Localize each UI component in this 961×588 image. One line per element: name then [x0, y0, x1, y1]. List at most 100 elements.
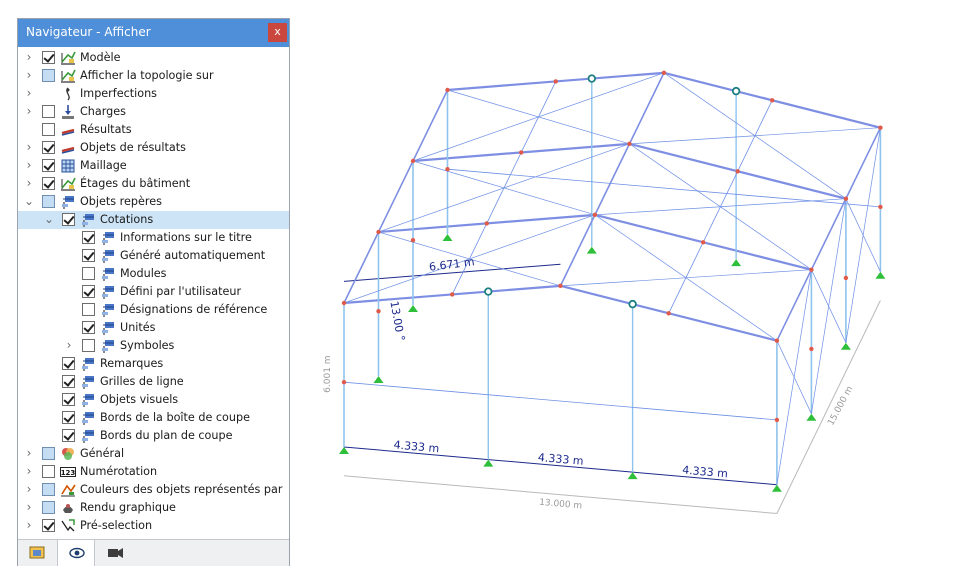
display-tab[interactable] — [57, 540, 95, 566]
tree-item[interactable]: Bords de la boîte de coupe — [18, 409, 289, 427]
node — [700, 240, 706, 245]
navigator-title-bar: Navigateur - Afficher x — [18, 19, 289, 47]
chevron-right-icon[interactable]: › — [24, 105, 34, 119]
tree-item-icon-wrap — [80, 212, 96, 228]
tree-item-checkbox[interactable] — [42, 501, 55, 514]
node — [445, 167, 450, 172]
support — [339, 447, 349, 454]
chevron-right-icon[interactable]: › — [24, 51, 34, 65]
chevron-down-icon[interactable]: ⌄ — [44, 213, 54, 227]
tree-item-checkbox[interactable] — [82, 303, 95, 316]
tree-item[interactable]: › Objets de résultats — [18, 139, 289, 157]
tree-item[interactable]: › Maillage — [18, 157, 289, 175]
tree-item-label: Symboles — [120, 339, 175, 352]
tree-item-checkbox[interactable] — [42, 465, 55, 478]
tree-item-label: Objets visuels — [100, 393, 179, 406]
dimension-icon — [102, 286, 114, 299]
data-tab[interactable] — [18, 540, 56, 566]
chevron-right-icon[interactable]: › — [64, 339, 74, 353]
chevron-right-icon[interactable]: › — [24, 177, 34, 191]
tree-item-label: Généré automatiquement — [120, 249, 266, 262]
tree-item[interactable]: Désignations de référence — [18, 301, 289, 319]
tree-item-checkbox[interactable] — [42, 123, 55, 136]
tree-item[interactable]: › Étages du bâtiment — [18, 175, 289, 193]
tree-item[interactable]: ⌄ Objets repères — [18, 193, 289, 211]
guide-objects-icon — [82, 412, 94, 425]
tree-item-checkbox[interactable] — [42, 483, 55, 496]
node — [843, 196, 849, 201]
node — [774, 417, 780, 423]
tree-item[interactable]: › Rendu graphique — [18, 499, 289, 517]
tree-item-icon-wrap — [60, 104, 76, 120]
tree-item-checkbox[interactable] — [42, 519, 55, 532]
support — [731, 259, 742, 267]
tree-item-checkbox[interactable] — [42, 447, 55, 460]
chevron-right-icon[interactable]: › — [24, 87, 34, 101]
tree-item[interactable]: › Couleurs des objets représentés par — [18, 481, 289, 499]
tree-item-checkbox[interactable] — [42, 141, 55, 154]
tree-item-checkbox[interactable] — [62, 411, 75, 424]
tree-item-checkbox[interactable] — [62, 375, 75, 388]
tree-item-label: Maillage — [80, 159, 127, 172]
tree-item-checkbox[interactable] — [42, 69, 55, 82]
preselection-icon — [61, 519, 75, 532]
tree-item-checkbox[interactable] — [42, 159, 55, 172]
tree-item[interactable]: Objets visuels — [18, 391, 289, 409]
guide-objects-icon — [82, 358, 94, 371]
chevron-right-icon[interactable]: › — [24, 159, 34, 173]
tree-item[interactable]: Bords du plan de coupe — [18, 427, 289, 445]
structure-model-view[interactable]: 4.333 m 4.333 m 4.333 m 6.671 m 13.00 ° 6.001… — [300, 30, 955, 525]
chevron-right-icon[interactable]: › — [24, 69, 34, 83]
close-button[interactable]: x — [268, 23, 287, 42]
tree-item[interactable]: › Imperfections — [18, 85, 289, 103]
chevron-right-icon[interactable]: › — [24, 447, 34, 461]
tree-item[interactable]: › Afficher la topologie sur — [18, 67, 289, 85]
tree-item-checkbox[interactable] — [42, 105, 55, 118]
tree-item-checkbox[interactable] — [62, 213, 75, 226]
chevron-right-icon[interactable]: › — [24, 465, 34, 479]
tree-item[interactable]: › Général — [18, 445, 289, 463]
tree-item[interactable]: › Symboles — [18, 337, 289, 355]
tree-item-checkbox[interactable] — [82, 249, 95, 262]
tree-item[interactable]: Remarques — [18, 355, 289, 373]
tree-item[interactable]: › Pré-selection — [18, 517, 289, 535]
tree-item-label: Couleurs des objets représentés par — [80, 483, 283, 496]
span-dimension-label: 6.671 m — [428, 255, 475, 273]
support — [627, 472, 638, 480]
tree-item[interactable]: Modules — [18, 265, 289, 283]
tree-item[interactable]: › Modèle — [18, 49, 289, 67]
tree-item-checkbox[interactable] — [82, 321, 95, 334]
wall-brace — [845, 198, 881, 272]
tree-item-icon-wrap — [100, 248, 116, 264]
tree-item[interactable]: › 123 Numérotation — [18, 463, 289, 481]
tree-item[interactable]: Généré automatiquement — [18, 247, 289, 265]
chevron-right-icon[interactable]: › — [24, 519, 34, 533]
tree-item-checkbox[interactable] — [82, 267, 95, 280]
tree-item-checkbox[interactable] — [62, 393, 75, 406]
dim-depth-line — [776, 300, 881, 514]
views-tab[interactable] — [96, 540, 134, 566]
tree-item-checkbox[interactable] — [82, 231, 95, 244]
tree-item-checkbox[interactable] — [42, 51, 55, 64]
tree-item-checkbox[interactable] — [82, 339, 95, 352]
dimension-icon — [102, 340, 114, 353]
tree-item-checkbox[interactable] — [62, 429, 75, 442]
tree-item[interactable]: Informations sur le titre — [18, 229, 289, 247]
tree-item[interactable]: Résultats — [18, 121, 289, 139]
chevron-right-icon[interactable]: › — [24, 141, 34, 155]
tree-item-checkbox[interactable] — [42, 177, 55, 190]
chevron-right-icon[interactable]: › — [24, 501, 34, 515]
tree-item-checkbox[interactable] — [82, 285, 95, 298]
tree-item[interactable]: ⌄ Cotations — [18, 211, 289, 229]
tree-item-checkbox[interactable] — [42, 195, 55, 208]
tree-item-checkbox[interactable] — [62, 357, 75, 370]
tree-item[interactable]: Défini par l'utilisateur — [18, 283, 289, 301]
chevron-down-icon[interactable]: ⌄ — [24, 195, 34, 209]
hinge-node — [587, 74, 596, 83]
hinge-node — [484, 287, 493, 296]
rendering-icon — [63, 504, 73, 513]
tree-item[interactable]: Grilles de ligne — [18, 373, 289, 391]
chevron-right-icon[interactable]: › — [24, 483, 34, 497]
tree-item[interactable]: › Charges — [18, 103, 289, 121]
tree-item[interactable]: Unités — [18, 319, 289, 337]
